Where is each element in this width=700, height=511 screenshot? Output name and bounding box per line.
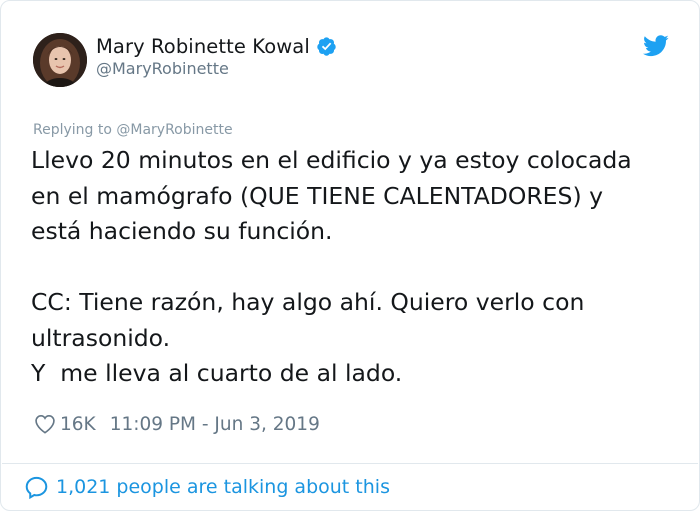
footer-divider [2, 463, 698, 464]
heart-icon[interactable] [34, 414, 56, 434]
verified-badge-icon [317, 36, 336, 56]
replying-to-label[interactable]: Replying to @MaryRobinette [33, 122, 233, 138]
avatar-photo-icon [33, 33, 87, 87]
speech-bubble-icon [25, 476, 48, 499]
tweet-card: Mary Robinette Kowal @MaryRobinette Repl… [0, 0, 700, 511]
like-count[interactable]: 16K [60, 414, 96, 435]
author-name-row[interactable]: Mary Robinette Kowal [96, 34, 337, 58]
twitter-bird-icon[interactable] [643, 35, 669, 57]
author-display-name[interactable]: Mary Robinette Kowal [96, 35, 310, 58]
tweet-text: Llevo 20 minutos en el edificio y ya est… [31, 146, 632, 387]
conversation-count[interactable]: 1,021 people are talking about this [56, 476, 390, 498]
avatar[interactable] [33, 33, 87, 87]
conversation-link[interactable]: 1,021 people are talking about this [24, 473, 390, 501]
author-handle[interactable]: @MaryRobinette [96, 59, 229, 78]
tweet-timestamp[interactable]: 11:09 PM - Jun 3, 2019 [110, 414, 320, 435]
tweet-meta: 16K 11:09 PM - Jun 3, 2019 [34, 412, 320, 436]
